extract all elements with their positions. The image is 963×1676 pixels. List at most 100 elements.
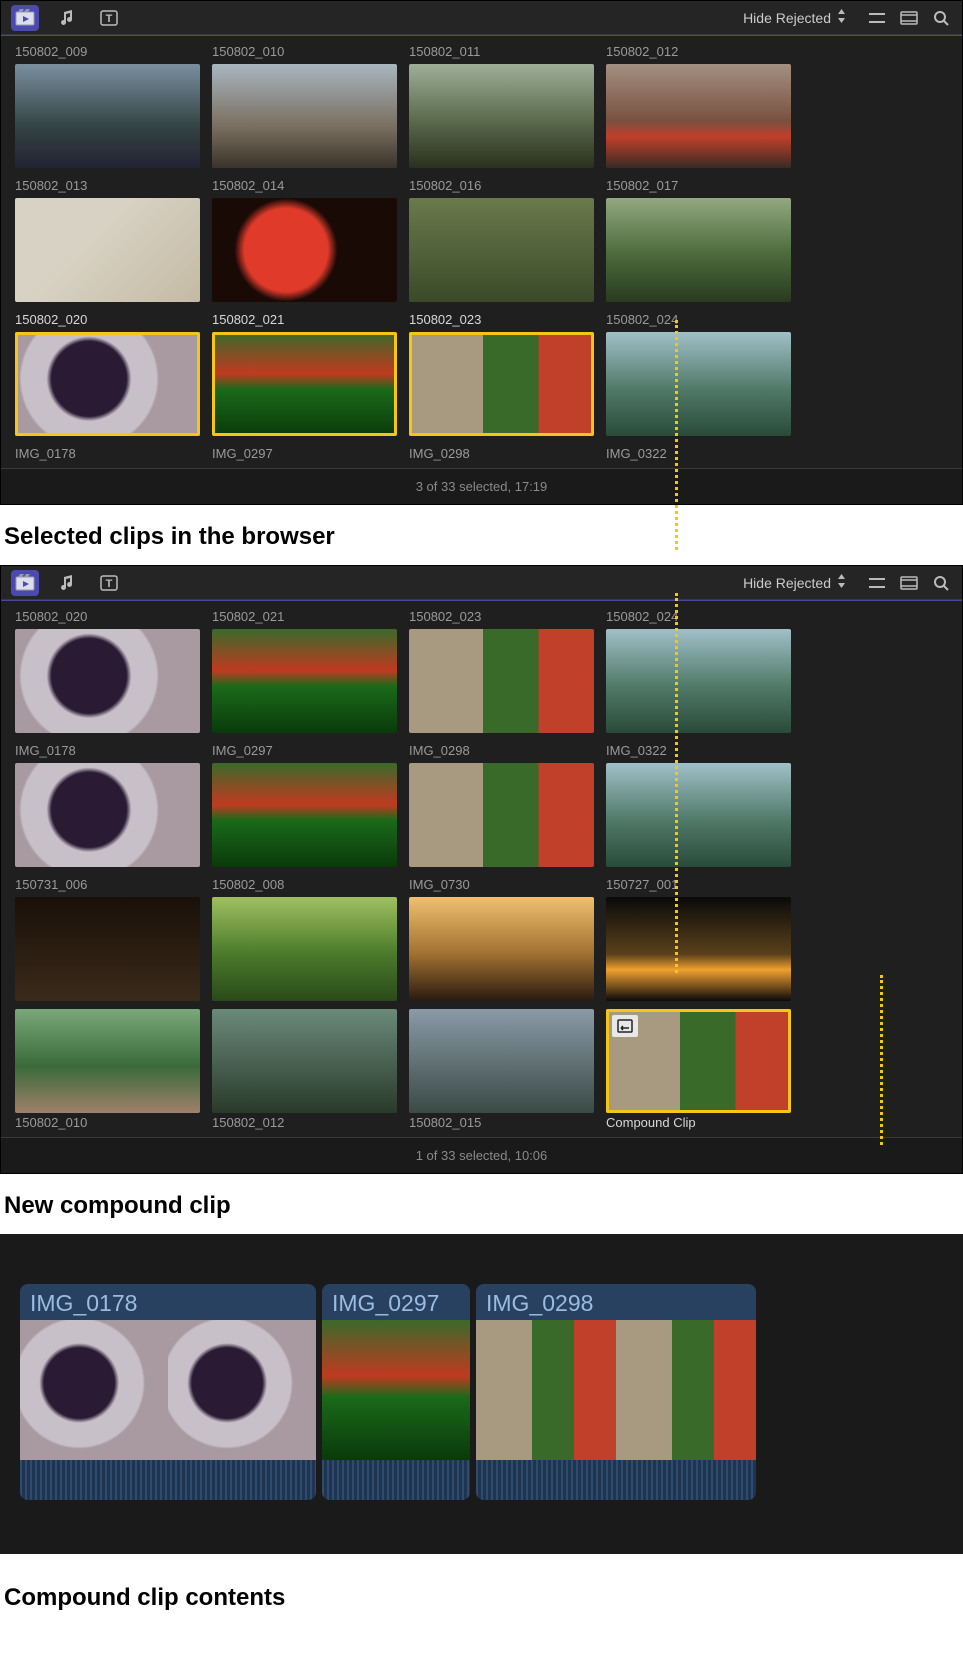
list-view-button[interactable]: [866, 7, 888, 29]
clip-cell[interactable]: 150802_023: [409, 607, 594, 733]
clip-thumbnail[interactable]: [212, 64, 397, 168]
clip-thumbnail[interactable]: [409, 332, 594, 436]
clip-filter-label: Hide Rejected: [743, 10, 831, 26]
clip-cell[interactable]: 150802_014: [212, 176, 397, 302]
clip-thumbnail[interactable]: [409, 763, 594, 867]
list-view-button[interactable]: [866, 572, 888, 594]
clip-filter-label: Hide Rejected: [743, 575, 831, 591]
clip-cell[interactable]: Compound Clip: [606, 1009, 791, 1135]
clip-cell[interactable]: IMG_0322: [606, 444, 791, 466]
clip-cell[interactable]: IMG_0322: [606, 741, 791, 867]
clip-label: 150802_010: [15, 1115, 200, 1131]
timeline-clip[interactable]: IMG_0298: [476, 1284, 756, 1500]
clip-cell[interactable]: 150802_009: [15, 42, 200, 168]
svg-text:T: T: [106, 13, 113, 25]
clip-label: 150802_021: [212, 312, 397, 328]
clip-thumbnail[interactable]: [212, 763, 397, 867]
clip-thumbnail[interactable]: [15, 198, 200, 302]
clip-thumbnail[interactable]: [15, 64, 200, 168]
caption-compound-contents: Compound clip contents: [0, 1554, 963, 1626]
chevron-updown-icon: [837, 9, 846, 26]
clip-cell[interactable]: 150802_024: [606, 310, 791, 436]
clip-thumbnail[interactable]: [409, 1009, 594, 1113]
clip-thumbnail[interactable]: [606, 198, 791, 302]
timeline-clip-filmstrip: [476, 1320, 756, 1460]
media-library-button[interactable]: [11, 570, 39, 596]
clip-thumbnail[interactable]: [15, 629, 200, 733]
clip-cell[interactable]: 150802_015: [409, 1009, 594, 1135]
clip-thumbnail[interactable]: [15, 897, 200, 1001]
clip-cell[interactable]: 150802_020: [15, 310, 200, 436]
filmstrip-view-button[interactable]: [898, 7, 920, 29]
titles-library-button[interactable]: T: [95, 5, 123, 31]
clip-cell[interactable]: 150802_016: [409, 176, 594, 302]
clip-cell[interactable]: IMG_0178: [15, 741, 200, 867]
clip-thumbnail[interactable]: [15, 1009, 200, 1113]
clip-cell[interactable]: 150802_011: [409, 42, 594, 168]
timeline-clip[interactable]: IMG_0297: [322, 1284, 470, 1500]
clip-thumbnail[interactable]: [606, 763, 791, 867]
clip-label: 150802_012: [606, 44, 791, 60]
music-library-button[interactable]: [53, 570, 81, 596]
clip-cell[interactable]: IMG_0297: [212, 741, 397, 867]
clip-thumbnail[interactable]: [606, 332, 791, 436]
clip-cell[interactable]: IMG_0178: [15, 444, 200, 466]
clip-label: IMG_0178: [15, 446, 200, 462]
clip-cell[interactable]: IMG_0298: [409, 444, 594, 466]
clip-thumbnail[interactable]: [212, 897, 397, 1001]
timeline-clip-waveform: [476, 1460, 756, 1500]
clip-label: 150802_015: [409, 1115, 594, 1131]
compound-clip-icon: [612, 1015, 638, 1037]
browser-panel-1: T Hide Rejected 150802_009150802_0101508…: [0, 0, 963, 505]
media-library-button[interactable]: [11, 5, 39, 31]
clip-thumbnail[interactable]: [606, 897, 791, 1001]
timeline-clip-filmstrip: [322, 1320, 470, 1460]
clip-cell[interactable]: IMG_0297: [212, 444, 397, 466]
clip-label: 150802_016: [409, 178, 594, 194]
clip-cell[interactable]: 150802_020: [15, 607, 200, 733]
clip-thumbnail[interactable]: [15, 763, 200, 867]
browser-toolbar: T Hide Rejected: [1, 1, 962, 35]
clip-filter-dropdown[interactable]: Hide Rejected: [743, 574, 846, 591]
search-button[interactable]: [930, 572, 952, 594]
clip-thumbnail[interactable]: [409, 64, 594, 168]
clip-thumbnail[interactable]: [212, 629, 397, 733]
clip-label: 150802_024: [606, 312, 791, 328]
clip-cell[interactable]: 150802_008: [212, 875, 397, 1001]
clip-cell[interactable]: 150802_017: [606, 176, 791, 302]
clip-cell[interactable]: 150802_023: [409, 310, 594, 436]
clip-cell[interactable]: 150802_013: [15, 176, 200, 302]
clip-cell[interactable]: 150802_021: [212, 310, 397, 436]
clip-thumbnail[interactable]: [15, 332, 200, 436]
clip-cell[interactable]: 150731_006: [15, 875, 200, 1001]
titles-library-button[interactable]: T: [95, 570, 123, 596]
clip-thumbnail[interactable]: [606, 629, 791, 733]
clip-cell[interactable]: 150802_021: [212, 607, 397, 733]
clip-grid: 150802_009150802_010150802_011 150802_012…: [1, 36, 962, 468]
caption-selected-clips: Selected clips in the browser: [0, 505, 963, 565]
clip-thumbnail[interactable]: [212, 332, 397, 436]
filmstrip-view-button[interactable]: [898, 572, 920, 594]
clip-thumbnail[interactable]: [409, 897, 594, 1001]
leader-line: [675, 320, 678, 550]
clip-filter-dropdown[interactable]: Hide Rejected: [743, 9, 846, 26]
search-button[interactable]: [930, 7, 952, 29]
clip-thumbnail[interactable]: [212, 1009, 397, 1113]
timeline-panel: IMG_0178IMG_0297IMG_0298: [0, 1234, 963, 1554]
timeline-clip[interactable]: IMG_0178: [20, 1284, 316, 1500]
clip-thumbnail[interactable]: [409, 629, 594, 733]
clip-cell[interactable]: 150802_012: [212, 1009, 397, 1135]
clip-thumbnail[interactable]: [409, 198, 594, 302]
clip-thumbnail[interactable]: [606, 1009, 791, 1113]
clip-thumbnail[interactable]: [212, 198, 397, 302]
clip-cell[interactable]: 150727_001: [606, 875, 791, 1001]
music-library-button[interactable]: [53, 5, 81, 31]
clip-cell[interactable]: 150802_024: [606, 607, 791, 733]
clip-thumbnail[interactable]: [606, 64, 791, 168]
clip-cell[interactable]: 150802_010: [212, 42, 397, 168]
clip-cell[interactable]: 150802_012: [606, 42, 791, 168]
clip-cell[interactable]: IMG_0298: [409, 741, 594, 867]
clip-label: 150802_014: [212, 178, 397, 194]
clip-cell[interactable]: 150802_010: [15, 1009, 200, 1135]
clip-cell[interactable]: IMG_0730: [409, 875, 594, 1001]
